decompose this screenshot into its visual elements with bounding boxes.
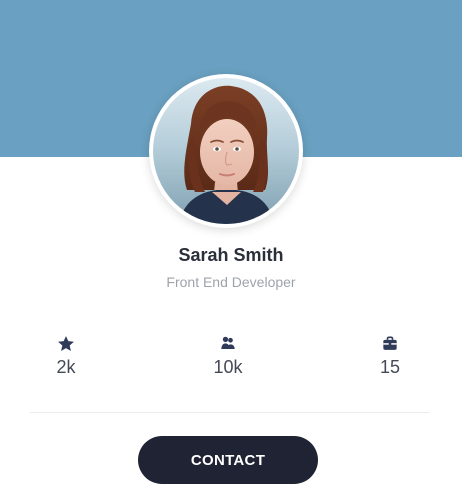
stat-followers: 10k: [188, 334, 268, 378]
users-icon: [221, 336, 235, 349]
contact-button[interactable]: CONTACT: [138, 436, 318, 484]
stat-projects: 15: [350, 334, 430, 378]
avatar: [149, 74, 303, 228]
profile-role: Front End Developer: [166, 274, 296, 290]
divider: [30, 412, 430, 413]
profile-name: Sarah Smith: [178, 245, 284, 265]
avatar-photo: [153, 78, 299, 224]
stat-followers-value: 10k: [213, 357, 243, 377]
star-icon: [58, 336, 74, 351]
stat-projects-value: 15: [379, 357, 401, 377]
profile-card: Sarah Smith Front End Developer 2k 10k 1…: [0, 0, 462, 500]
stat-rating-value: 2k: [56, 357, 76, 377]
briefcase-icon: [383, 336, 397, 350]
stat-rating: 2k: [26, 334, 106, 378]
